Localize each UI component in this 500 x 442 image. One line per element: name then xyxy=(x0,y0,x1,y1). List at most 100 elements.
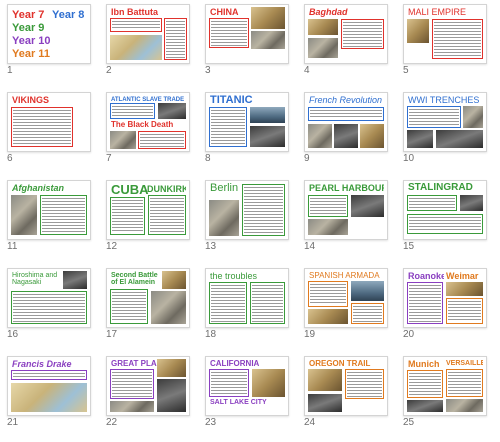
text-box xyxy=(209,282,247,324)
photo-image xyxy=(308,19,338,35)
slide-preview[interactable]: the troubles xyxy=(205,268,289,328)
slide-preview[interactable]: Afghanistan xyxy=(7,180,91,240)
text-box xyxy=(446,298,483,324)
slide-preview[interactable]: ATLANTIC SLAVE TRADE The Black Death xyxy=(106,92,190,152)
year-10-label: Year 10 xyxy=(12,35,51,47)
slide-preview[interactable]: GREAT PLAINS xyxy=(106,356,190,416)
slide-number: 1 xyxy=(7,65,13,76)
slide-preview[interactable]: Berlin xyxy=(205,180,289,240)
slide-thumbnail[interactable]: Second Battle of El Alamein 17 xyxy=(104,264,199,352)
slide-number: 3 xyxy=(205,65,211,76)
slide-number: 22 xyxy=(106,417,118,428)
slide-number: 8 xyxy=(205,153,211,164)
map-image xyxy=(110,35,162,60)
slide-title: TITANIC xyxy=(210,95,253,105)
slide-number: 24 xyxy=(304,417,316,428)
text-box xyxy=(110,103,155,119)
slide-thumbnail[interactable]: French Revolution 9 xyxy=(302,88,397,176)
text-box xyxy=(407,106,461,128)
slide-thumbnail[interactable]: VIKINGS 6 xyxy=(5,88,100,176)
photo-image xyxy=(251,31,285,49)
slide-thumbnail[interactable]: OREGON TRAIL 24 xyxy=(302,352,397,440)
slide-thumbnail[interactable]: Roanoke Weimar 20 xyxy=(401,264,496,352)
slide-title: SPANISH ARMADA xyxy=(309,271,380,280)
slide-title: CALIFORNIA xyxy=(210,359,260,368)
slide-preview[interactable]: Francis Drake xyxy=(7,356,91,416)
photo-image xyxy=(407,400,443,412)
photo-image xyxy=(351,281,384,301)
photo-image xyxy=(158,103,186,119)
text-box xyxy=(11,370,87,380)
text-box xyxy=(341,19,384,49)
slide-preview[interactable]: Munich VERSAILLES xyxy=(403,356,487,416)
slide-preview[interactable]: WWI TRENCHES xyxy=(403,92,487,152)
slide-thumbnail[interactable]: Baghdad 4 xyxy=(302,0,397,88)
text-box xyxy=(110,18,162,32)
slide-preview[interactable]: Year 7 Year 8 Year 9 Year 10 Year 11 xyxy=(7,4,91,64)
text-box xyxy=(308,195,348,217)
slide-number: 4 xyxy=(304,65,310,76)
slide-thumbnail[interactable]: Ibn Battuta 2 xyxy=(104,0,199,88)
slide-thumbnail[interactable]: CHINA 3 xyxy=(203,0,298,88)
slide-thumbnail[interactable]: Francis Drake 21 xyxy=(5,352,100,440)
slide-preview[interactable]: Ibn Battuta xyxy=(106,4,190,64)
slide-number: 14 xyxy=(304,241,316,252)
text-box xyxy=(242,184,285,236)
slide-number: 7 xyxy=(106,153,112,164)
slide-thumbnail[interactable]: Afghanistan 11 xyxy=(5,176,100,264)
slide-preview[interactable]: Second Battle of El Alamein xyxy=(106,268,190,328)
slide-thumbnail[interactable]: Munich VERSAILLES 25 xyxy=(401,352,496,440)
photo-image xyxy=(308,394,342,412)
slide-number: 19 xyxy=(304,329,316,340)
photo-image xyxy=(209,200,239,236)
slide-preview[interactable]: PEARL HARBOUR xyxy=(304,180,388,240)
slide-subtitle: SALT LAKE CITY xyxy=(210,399,267,406)
slide-thumbnail[interactable]: the troubles 18 xyxy=(203,264,298,352)
slide-preview[interactable]: Hiroshima and Nagasaki xyxy=(7,268,91,328)
slide-thumbnail[interactable]: SPANISH ARMADA 19 xyxy=(302,264,397,352)
photo-image xyxy=(110,131,136,149)
slide-thumbnail[interactable]: WWI TRENCHES 10 xyxy=(401,88,496,176)
slide-preview[interactable]: TITANIC xyxy=(205,92,289,152)
slide-number: 23 xyxy=(205,417,217,428)
slide-thumbnail[interactable]: STALINGRAD 15 xyxy=(401,176,496,264)
slide-thumbnail[interactable]: CUBA DUNKIRK 12 xyxy=(104,176,199,264)
slide-number: 25 xyxy=(403,417,415,428)
slide-preview[interactable]: Baghdad xyxy=(304,4,388,64)
slide-thumbnail[interactable]: Hiroshima and Nagasaki 16 xyxy=(5,264,100,352)
text-box xyxy=(407,370,443,398)
slide-preview[interactable]: Roanoke Weimar xyxy=(403,268,487,328)
slide-preview[interactable]: CALIFORNIA SALT LAKE CITY xyxy=(205,356,289,416)
slide-thumbnail[interactable]: GREAT PLAINS 22 xyxy=(104,352,199,440)
photo-image xyxy=(250,107,285,123)
slide-thumbnail[interactable]: TITANIC 8 xyxy=(203,88,298,176)
text-box xyxy=(250,282,285,324)
slide-preview[interactable]: CUBA DUNKIRK xyxy=(106,180,190,240)
slide-title: WWI TRENCHES xyxy=(408,95,480,105)
slide-preview[interactable]: OREGON TRAIL xyxy=(304,356,388,416)
slide-preview[interactable]: MALI EMPIRE xyxy=(403,4,487,64)
slide-title: MALI EMPIRE xyxy=(408,7,467,17)
slide-thumbnail[interactable]: Year 7 Year 8 Year 9 Year 10 Year 11 1 xyxy=(5,0,100,88)
slide-subtitle: Weimar xyxy=(446,271,479,281)
text-box xyxy=(432,19,483,59)
slide-preview[interactable]: STALINGRAD xyxy=(403,180,487,240)
slide-thumbnail[interactable]: ATLANTIC SLAVE TRADE The Black Death 7 xyxy=(104,88,199,176)
slide-preview[interactable]: VIKINGS xyxy=(7,92,91,152)
slide-number: 6 xyxy=(7,153,13,164)
photo-image xyxy=(446,399,483,412)
slide-thumbnail[interactable]: Berlin 13 xyxy=(203,176,298,264)
slide-preview[interactable]: SPANISH ARMADA xyxy=(304,268,388,328)
slide-number: 17 xyxy=(106,329,118,340)
slide-number: 18 xyxy=(205,329,217,340)
photo-image xyxy=(407,130,433,148)
slide-thumbnail[interactable]: PEARL HARBOUR 14 xyxy=(302,176,397,264)
slide-preview[interactable]: CHINA xyxy=(205,4,289,64)
photo-image xyxy=(308,309,348,324)
slide-thumbnail[interactable]: CALIFORNIA SALT LAKE CITY 23 xyxy=(203,352,298,440)
map-image xyxy=(11,383,87,412)
slide-preview[interactable]: French Revolution xyxy=(304,92,388,152)
slide-thumbnail[interactable]: MALI EMPIRE 5 xyxy=(401,0,496,88)
year-8-label: Year 8 xyxy=(52,9,85,21)
slide-title: French Revolution xyxy=(309,95,383,105)
